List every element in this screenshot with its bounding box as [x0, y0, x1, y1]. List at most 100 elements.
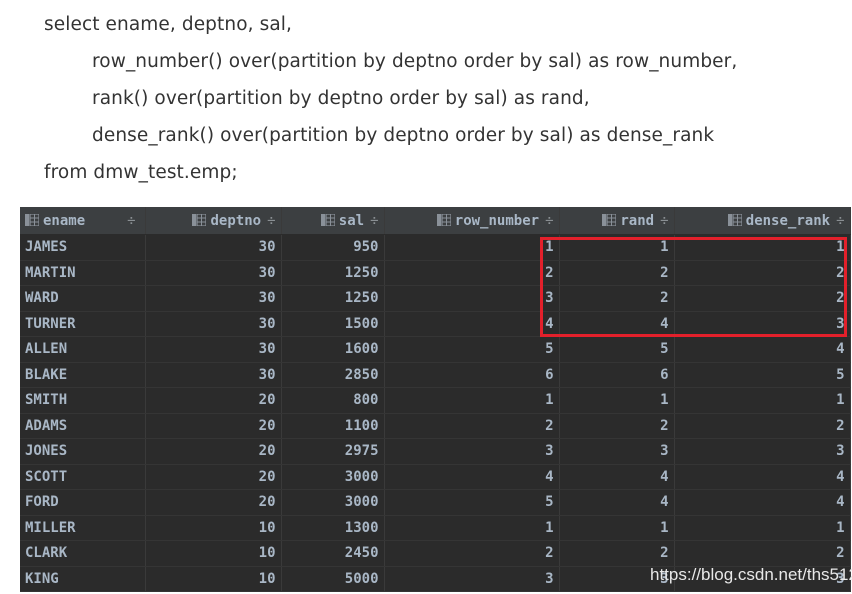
table-row[interactable]: MARTIN 30 1250 2 2 2 [20, 260, 851, 286]
cell-rand[interactable]: 2 [559, 260, 675, 286]
cell-row-number[interactable]: 2 [384, 540, 560, 567]
cell-ename[interactable]: ALLEN [20, 336, 146, 363]
cell-dense-rank[interactable]: 1 [674, 387, 851, 414]
cell-ename[interactable]: ADAMS [20, 413, 146, 439]
cell-row-number[interactable]: 6 [384, 362, 560, 388]
column-header-rand[interactable]: rand ÷ [559, 207, 675, 235]
cell-row-number[interactable]: 3 [384, 438, 560, 465]
cell-deptno[interactable]: 20 [145, 387, 282, 414]
cell-deptno[interactable]: 20 [145, 413, 282, 439]
cell-deptno[interactable]: 30 [145, 336, 282, 363]
cell-row-number[interactable]: 3 [384, 566, 560, 592]
cell-deptno[interactable]: 30 [145, 234, 282, 261]
cell-sal[interactable]: 1500 [281, 311, 385, 337]
table-row[interactable]: FORD 20 3000 5 4 4 [20, 489, 851, 516]
sort-icon[interactable]: ÷ [127, 213, 135, 229]
cell-rand[interactable]: 5 [559, 336, 675, 363]
cell-ename[interactable]: TURNER [20, 311, 146, 337]
cell-deptno[interactable]: 10 [145, 566, 282, 592]
cell-ename[interactable]: JONES [20, 438, 146, 465]
table-row[interactable]: MILLER 10 1300 1 1 1 [20, 515, 851, 541]
sort-icon[interactable]: ÷ [836, 213, 844, 229]
cell-deptno[interactable]: 10 [145, 540, 282, 567]
table-row[interactable]: TURNER 30 1500 4 4 3 [20, 311, 851, 337]
cell-ename[interactable]: SCOTT [20, 464, 146, 490]
cell-rand[interactable]: 3 [559, 566, 675, 592]
table-row[interactable]: KING 10 5000 3 3 3 [20, 566, 851, 592]
table-row[interactable]: CLARK 10 2450 2 2 2 [20, 540, 851, 567]
cell-row-number[interactable]: 3 [384, 285, 560, 312]
cell-ename[interactable]: FORD [20, 489, 146, 516]
table-row[interactable]: WARD 30 1250 3 2 2 [20, 285, 851, 312]
cell-dense-rank[interactable]: 2 [674, 260, 851, 286]
cell-rand[interactable]: 4 [559, 464, 675, 490]
table-row[interactable]: ADAMS 20 1100 2 2 2 [20, 413, 851, 439]
cell-ename[interactable]: JAMES [20, 234, 146, 261]
cell-sal[interactable]: 2975 [281, 438, 385, 465]
cell-sal[interactable]: 1250 [281, 285, 385, 312]
cell-dense-rank[interactable]: 3 [674, 311, 851, 337]
table-row[interactable]: BLAKE 30 2850 6 6 5 [20, 362, 851, 388]
table-row[interactable]: JONES 20 2975 3 3 3 [20, 438, 851, 465]
cell-rand[interactable]: 1 [559, 515, 675, 541]
column-header-ename[interactable]: ename ÷ [20, 207, 146, 235]
cell-ename[interactable]: KING [20, 566, 146, 592]
cell-dense-rank[interactable]: 3 [674, 438, 851, 465]
cell-row-number[interactable]: 2 [384, 260, 560, 286]
cell-sal[interactable]: 950 [281, 234, 385, 261]
cell-row-number[interactable]: 4 [384, 464, 560, 490]
cell-row-number[interactable]: 1 [384, 387, 560, 414]
cell-rand[interactable]: 6 [559, 362, 675, 388]
cell-sal[interactable]: 3000 [281, 489, 385, 516]
cell-rand[interactable]: 1 [559, 234, 675, 261]
cell-deptno[interactable]: 30 [145, 362, 282, 388]
cell-ename[interactable]: WARD [20, 285, 146, 312]
cell-rand[interactable]: 3 [559, 438, 675, 465]
cell-sal[interactable]: 1100 [281, 413, 385, 439]
cell-dense-rank[interactable]: 1 [674, 234, 851, 261]
column-header-dense-rank[interactable]: dense_rank ÷ [674, 207, 851, 235]
sort-icon[interactable]: ÷ [370, 213, 378, 229]
cell-sal[interactable]: 1600 [281, 336, 385, 363]
cell-rand[interactable]: 2 [559, 540, 675, 567]
cell-deptno[interactable]: 30 [145, 311, 282, 337]
cell-deptno[interactable]: 20 [145, 438, 282, 465]
cell-sal[interactable]: 3000 [281, 464, 385, 490]
cell-sal[interactable]: 5000 [281, 566, 385, 592]
cell-deptno[interactable]: 20 [145, 464, 282, 490]
cell-ename[interactable]: MILLER [20, 515, 146, 541]
cell-rand[interactable]: 4 [559, 311, 675, 337]
cell-sal[interactable]: 1250 [281, 260, 385, 286]
cell-deptno[interactable]: 30 [145, 260, 282, 286]
cell-ename[interactable]: BLAKE [20, 362, 146, 388]
cell-sal[interactable]: 2850 [281, 362, 385, 388]
cell-row-number[interactable]: 1 [384, 234, 560, 261]
cell-dense-rank[interactable]: 4 [674, 336, 851, 363]
cell-rand[interactable]: 4 [559, 489, 675, 516]
cell-row-number[interactable]: 5 [384, 336, 560, 363]
sort-icon[interactable]: ÷ [267, 213, 275, 229]
cell-ename[interactable]: MARTIN [20, 260, 146, 286]
table-row[interactable]: SCOTT 20 3000 4 4 4 [20, 464, 851, 490]
cell-sal[interactable]: 1300 [281, 515, 385, 541]
cell-ename[interactable]: SMITH [20, 387, 146, 414]
column-header-sal[interactable]: sal ÷ [281, 207, 385, 235]
sort-icon[interactable]: ÷ [660, 213, 668, 229]
table-row[interactable]: ALLEN 30 1600 5 5 4 [20, 336, 851, 363]
cell-dense-rank[interactable]: 4 [674, 464, 851, 490]
cell-rand[interactable]: 2 [559, 285, 675, 312]
column-header-row-number[interactable]: row_number ÷ [384, 207, 560, 235]
cell-rand[interactable]: 1 [559, 387, 675, 414]
cell-deptno[interactable]: 30 [145, 285, 282, 312]
cell-dense-rank[interactable]: 3 [674, 566, 851, 592]
table-row[interactable]: JAMES 30 950 1 1 1 [20, 234, 851, 261]
cell-dense-rank[interactable]: 1 [674, 515, 851, 541]
cell-dense-rank[interactable]: 2 [674, 285, 851, 312]
sort-icon[interactable]: ÷ [545, 213, 553, 229]
cell-deptno[interactable]: 10 [145, 515, 282, 541]
cell-row-number[interactable]: 2 [384, 413, 560, 439]
cell-rand[interactable]: 2 [559, 413, 675, 439]
cell-row-number[interactable]: 4 [384, 311, 560, 337]
cell-deptno[interactable]: 20 [145, 489, 282, 516]
cell-dense-rank[interactable]: 2 [674, 540, 851, 567]
